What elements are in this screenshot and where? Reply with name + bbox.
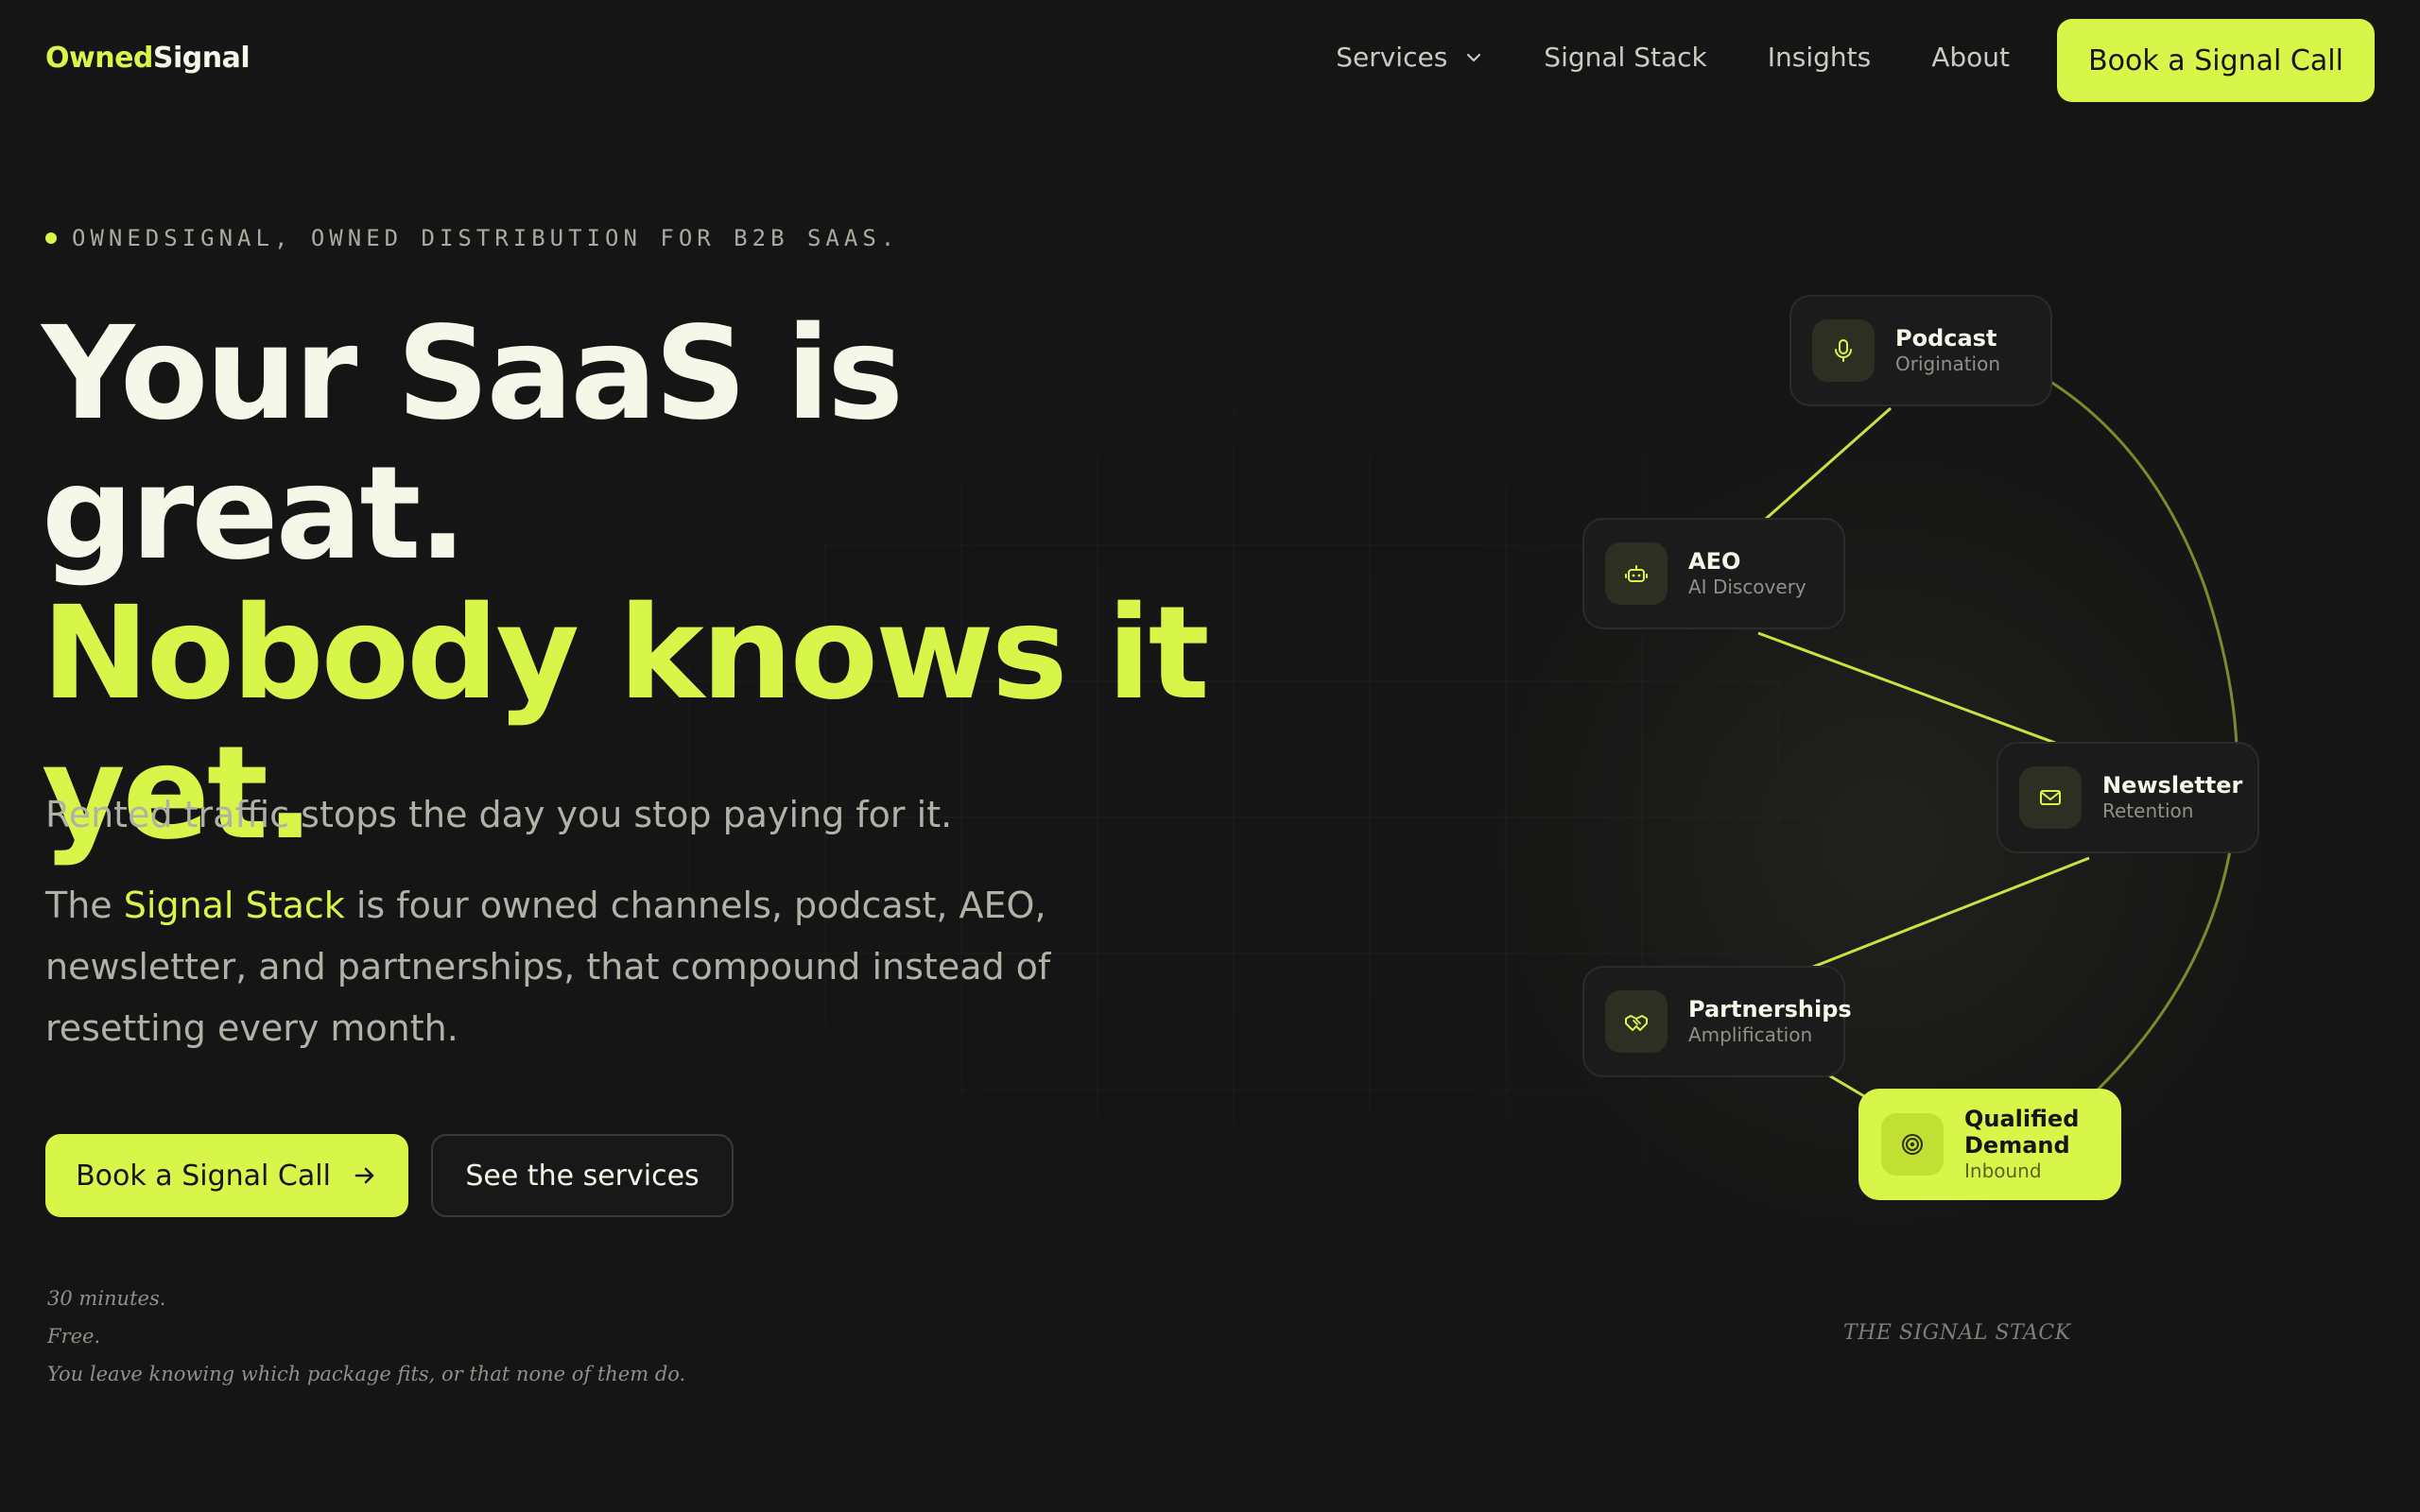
nav-services[interactable]: Services — [1336, 42, 1483, 73]
body-highlight-signal-stack: Signal Stack — [123, 885, 345, 926]
call-note: 30 minutes. Free. You leave knowing whic… — [47, 1280, 685, 1393]
logo-signal: Signal — [152, 42, 251, 75]
book-call-label: Book a Signal Call — [76, 1159, 331, 1193]
book-call-button[interactable]: Book a Signal Call — [45, 1134, 408, 1217]
node-aeo-title: AEO — [1688, 548, 1741, 575]
nav-services-label: Services — [1336, 42, 1448, 73]
hero-subhead: Rented traffic stops the day you stop pa… — [45, 794, 953, 835]
nav-book-call-button[interactable]: Book a Signal Call — [2057, 19, 2375, 102]
node-newsletter-title: Newsletter — [2102, 772, 2243, 799]
mail-icon — [2019, 766, 2082, 829]
node-podcast-subtitle: Origination — [1895, 352, 2001, 375]
node-partnerships-subtitle: Amplification — [1688, 1023, 1813, 1046]
node-partnerships[interactable]: Partnerships Amplification — [1582, 966, 1852, 1077]
hero-body: The Signal Stack is four owned channels,… — [45, 875, 1132, 1059]
handshake-icon — [1605, 990, 1668, 1053]
hero-headline: Your SaaS is great. Nobody knows it yet. — [42, 304, 1308, 864]
nav-insights[interactable]: Insights — [1768, 42, 1871, 73]
nav-links: Services Signal Stack Insights About — [1275, 42, 2010, 73]
nav-about[interactable]: About — [1931, 42, 2010, 73]
node-aeo-subtitle: AI Discovery — [1688, 576, 1806, 598]
robot-icon — [1605, 542, 1668, 605]
mic-icon — [1812, 319, 1875, 382]
node-podcast-title: Podcast — [1895, 325, 1997, 352]
logo[interactable]: OwnedSignal — [45, 42, 251, 75]
node-podcast[interactable]: Podcast Origination — [1789, 295, 2052, 406]
target-icon — [1881, 1113, 1944, 1176]
diagram-caption: THE SIGNAL STACK — [1843, 1321, 2071, 1345]
eyebrow-text: OWNEDSIGNAL, OWNED DISTRIBUTION FOR B2B … — [72, 225, 900, 251]
see-services-button[interactable]: See the services — [431, 1134, 734, 1217]
note-line-2: Free. — [47, 1325, 101, 1348]
node-qualified-demand[interactable]: Qualified Demand Inbound — [1858, 1089, 2121, 1200]
node-newsletter[interactable]: Newsletter Retention — [1996, 742, 2259, 853]
headline-line-1: Your SaaS is great. — [42, 300, 904, 589]
logo-owned: Owned — [45, 42, 153, 75]
note-line-1: 30 minutes. — [47, 1287, 166, 1310]
top-nav: OwnedSignal Services Signal Stack Insigh… — [0, 0, 2420, 123]
node-newsletter-subtitle: Retention — [2102, 799, 2194, 822]
connector-demand-loop — [2009, 358, 2239, 1098]
body-prefix: The — [45, 885, 124, 926]
note-line-3: You leave knowing which package fits, or… — [47, 1363, 686, 1385]
node-qualified-demand-title: Qualified Demand — [1964, 1106, 2080, 1159]
chevron-down-icon — [1467, 53, 1481, 61]
node-partnerships-title: Partnerships — [1688, 996, 1852, 1022]
eyebrow: OWNEDSIGNAL, OWNED DISTRIBUTION FOR B2B … — [45, 225, 899, 251]
nav-signal-stack[interactable]: Signal Stack — [1544, 42, 1706, 73]
eyebrow-dot — [45, 232, 57, 244]
node-qualified-demand-subtitle: Inbound — [1964, 1160, 2042, 1182]
arrow-right-icon — [354, 1167, 374, 1184]
node-aeo[interactable]: AEO AI Discovery — [1582, 518, 1845, 629]
